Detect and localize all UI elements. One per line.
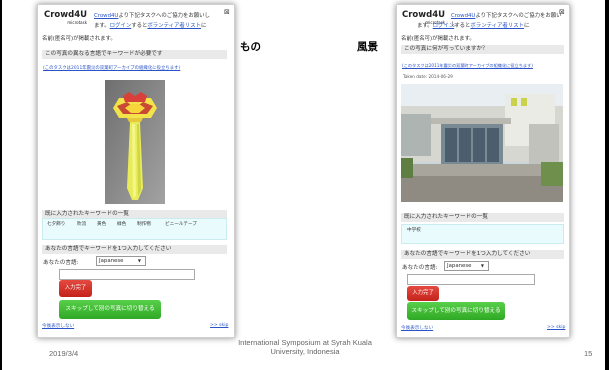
volunteer-list-link[interactable]: ボランティア者リスト: [147, 23, 201, 29]
intro-text-line2: ます。ログインするとボランティア者リストに: [417, 23, 530, 29]
task-purpose-link[interactable]: (このタスクは2011年震災の双葉町アーカイブの組織化に役立ちます): [402, 63, 533, 69]
slide-frame-left: [0, 0, 2, 370]
keyword-item: 吹流: [77, 222, 87, 227]
skip-photo-button[interactable]: スキップして別の写真に切り替える: [59, 300, 161, 319]
crowd4u-logo: Crowd4U microtask: [44, 10, 88, 25]
keyword-item: 緑色: [117, 222, 127, 227]
skip-link[interactable]: >> skip: [210, 323, 228, 328]
submit-button[interactable]: 入力完了: [407, 286, 439, 301]
login-link[interactable]: ログイン: [433, 23, 455, 29]
task-purpose-link[interactable]: (このタスクは2011年震災の双葉町アーカイブの組織化に役立ちます): [43, 65, 180, 71]
dont-show-again-link[interactable]: 今後表示しない: [42, 323, 74, 329]
submit-button[interactable]: 入力完了: [59, 280, 92, 297]
question-bar: この写真の異なる言語でキーワードが必要です: [42, 50, 227, 59]
photo-tanabata-decoration: [105, 80, 165, 204]
language-label: あなたの言語:: [402, 265, 438, 271]
intro-text-line3: 名前(匿名可)が掲載されます。: [42, 36, 116, 42]
slide-venue: International Symposium at Syrah Kuala U…: [238, 338, 372, 356]
intro-text: Crowd4Uより下記タスクへのご協力をお願いし: [94, 13, 210, 19]
slide-date: 2019/3/4: [49, 349, 79, 358]
keyword-item: 制作物: [137, 222, 151, 227]
language-label: あなたの言語:: [43, 260, 79, 266]
taken-date: Taken date: 2014-06-29: [403, 74, 453, 79]
label-scenery: 風景: [357, 41, 378, 53]
keyword-item: 黄色: [97, 222, 107, 227]
skip-link[interactable]: >> skip: [547, 325, 565, 330]
crowd4u-link[interactable]: Crowd4U: [94, 13, 118, 19]
keyword-item: ビニールテープ: [165, 222, 197, 227]
slide-page-number: 15: [584, 349, 593, 358]
slide-frame-right: [605, 0, 609, 370]
chevron-down-icon: ▼: [137, 258, 141, 263]
keyword-item: 中学校: [407, 228, 421, 233]
input-header: あなたの言語でキーワードを1つ入力してください: [401, 250, 564, 259]
dont-show-again-link[interactable]: 今後表示しない: [401, 325, 433, 331]
keywords-header: 既に入力されたキーワードの一覧: [401, 213, 564, 222]
right-task-panel: Crowd4U microtask ⊠ Crowd4Uより下記タスクへのご協力を…: [396, 4, 570, 338]
chevron-down-icon: ▼: [480, 263, 484, 268]
question-bar: この写真に何が写っていますか？: [401, 45, 564, 54]
keyword-input[interactable]: [407, 274, 535, 285]
keywords-box: [42, 218, 227, 240]
input-header: あなたの言語でキーワードを1つ入力してください: [42, 245, 227, 254]
keyword-item: 七夕飾り: [47, 222, 66, 227]
intro-text-line2: ます。ログインするとボランティア者リストに: [94, 23, 207, 29]
keyword-input[interactable]: [59, 269, 195, 280]
label-mono: もの: [240, 41, 261, 53]
intro-text-line3: 名前(匿名可)が掲載されます。: [401, 36, 475, 42]
skip-photo-button[interactable]: スキップして別の写真に切り替える: [407, 302, 505, 320]
language-select[interactable]: Japanese ▼: [96, 256, 146, 266]
language-select[interactable]: Japanese ▼: [444, 261, 489, 271]
login-link[interactable]: ログイン: [110, 23, 132, 29]
crowd4u-link[interactable]: Crowd4U: [451, 13, 475, 19]
photo-school-building: [401, 84, 563, 202]
volunteer-list-link[interactable]: ボランティア者リスト: [470, 23, 524, 29]
left-task-panel: Crowd4U microtask ⊠ Crowd4Uより下記タスクへのご協力を…: [37, 4, 235, 338]
keywords-box: [401, 224, 564, 244]
